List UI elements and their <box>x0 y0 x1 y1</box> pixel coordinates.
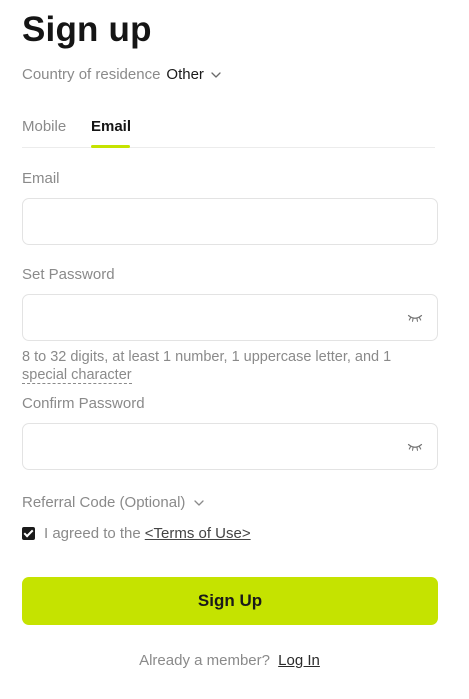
chevron-down-icon <box>211 71 221 78</box>
active-tab-indicator <box>91 145 130 148</box>
terms-agreement: I agreed to the <Terms of Use> <box>22 525 251 542</box>
referral-code-label: Referral Code (Optional) <box>22 494 186 511</box>
country-select[interactable]: Other <box>166 66 222 83</box>
eye-closed-icon[interactable] <box>407 313 423 323</box>
password-hint-special: special character <box>22 367 132 384</box>
email-field-wrapper <box>22 198 438 245</box>
password-hint: 8 to 32 digits, at least 1 number, 1 upp… <box>22 348 438 384</box>
confirm-password-field[interactable] <box>23 424 437 469</box>
email-field[interactable] <box>23 199 437 244</box>
tab-email[interactable]: Email <box>91 118 131 145</box>
page-title: Sign up <box>22 10 152 49</box>
country-value: Other <box>166 66 204 83</box>
country-of-residence: Country of residence Other <box>22 66 222 83</box>
tab-mobile[interactable]: Mobile <box>22 118 66 145</box>
password-hint-text: 8 to 32 digits, at least 1 number, 1 upp… <box>22 349 392 365</box>
agree-text: I agreed to the <box>44 525 141 542</box>
signup-method-tabs: Mobile Email <box>22 115 435 148</box>
confirm-password-label: Confirm Password <box>22 395 145 412</box>
password-field[interactable] <box>23 295 437 340</box>
email-label: Email <box>22 170 60 187</box>
sign-up-button[interactable]: Sign Up <box>22 577 438 625</box>
confirm-password-field-wrapper <box>22 423 438 470</box>
login-prompt: Already a member? Log In <box>0 652 459 669</box>
terms-of-use-link[interactable]: <Terms of Use> <box>145 525 251 542</box>
eye-closed-icon[interactable] <box>407 442 423 452</box>
log-in-link[interactable]: Log In <box>278 652 320 669</box>
chevron-down-icon <box>194 499 205 506</box>
agree-checkbox[interactable] <box>22 527 35 540</box>
already-member-text: Already a member? <box>139 652 270 669</box>
country-label: Country of residence <box>22 66 161 83</box>
password-field-wrapper <box>22 294 438 341</box>
password-label: Set Password <box>22 266 115 283</box>
referral-code-toggle[interactable]: Referral Code (Optional) <box>22 494 205 511</box>
